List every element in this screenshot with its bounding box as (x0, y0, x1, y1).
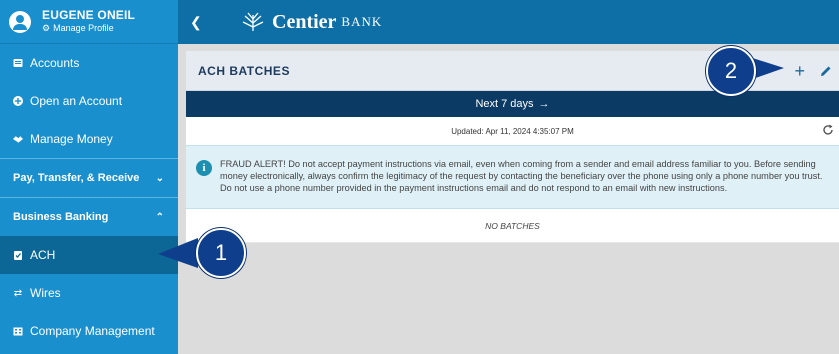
leaf-logo-icon (242, 12, 264, 31)
sidebar-item-ach[interactable]: ACH (0, 236, 178, 274)
page-title: ACH BATCHES (198, 63, 290, 78)
sidebar-item-label: Open an Account (30, 94, 123, 108)
sidebar-item-accounts[interactable]: Accounts (0, 44, 178, 82)
manage-profile-link[interactable]: ⚙ Manage Profile (42, 23, 135, 34)
manage-profile-label: Manage Profile (53, 23, 114, 34)
sidebar-group-business-banking[interactable]: Business Banking ⌃ (0, 198, 178, 236)
arrow-right-icon: → (538, 98, 550, 110)
bank-logo: Centier BANK (238, 11, 382, 34)
transfer-icon: ⇄ (13, 287, 23, 299)
profile-header[interactable]: EUGENE ONEIL ⚙ Manage Profile (0, 0, 178, 44)
accounts-icon (13, 58, 23, 68)
sidebar: EUGENE ONEIL ⚙ Manage Profile Accounts O… (0, 0, 178, 354)
add-batch-button[interactable]: + (794, 61, 805, 82)
fraud-alert-text: FRAUD ALERT! Do not accept payment instr… (220, 159, 823, 193)
top-bar: ❮ Centier BANK (178, 0, 839, 44)
sidebar-item-open-account[interactable]: Open an Account (0, 82, 178, 120)
updated-timestamp: Updated: Apr 11, 2024 4:35:07 PM (451, 126, 574, 136)
sidebar-item-label: Company Management (30, 324, 155, 338)
edit-pencil-icon[interactable] (819, 64, 833, 78)
callout-badge-1: 1 (196, 228, 246, 278)
plus-circle-icon (13, 96, 23, 106)
sidebar-item-label: Accounts (30, 56, 80, 70)
chevron-up-icon: ⌃ (155, 211, 164, 223)
profile-name: EUGENE ONEIL (42, 7, 136, 22)
gear-icon: ⚙ (42, 23, 51, 34)
back-chevron-icon[interactable]: ❮ (190, 14, 210, 31)
sidebar-item-company-management[interactable]: Company Management (0, 312, 178, 350)
brand-bank: BANK (341, 14, 383, 29)
sidebar-item-label: ACH (30, 248, 56, 262)
sidebar-group-pay-transfer[interactable]: Pay, Transfer, & Receive ⌄ (0, 159, 178, 197)
fraud-alert: i FRAUD ALERT! Do not accept payment ins… (186, 145, 839, 209)
sidebar-item-manage-money[interactable]: Manage Money (0, 120, 178, 158)
brand-name: Centier (272, 10, 337, 33)
date-range-label: Next 7 days (475, 98, 534, 110)
callout-badge-2: 2 (706, 46, 756, 96)
user-avatar-icon (9, 10, 31, 33)
refresh-icon[interactable] (821, 123, 835, 137)
sidebar-item-label: Wires (30, 286, 61, 300)
sidebar-item-label: Manage Money (30, 132, 113, 146)
updated-row: Updated: Apr 11, 2024 4:35:07 PM (186, 117, 839, 145)
chevron-down-icon: ⌄ (155, 172, 164, 184)
handshake-icon (13, 134, 23, 144)
info-icon: i (196, 160, 212, 176)
date-range-button[interactable]: Next 7 days → (186, 91, 839, 117)
sidebar-group-label: Pay, Transfer, & Receive (13, 172, 140, 184)
empty-state: NO BATCHES (186, 209, 839, 243)
sidebar-group-label: Business Banking (13, 211, 109, 223)
sidebar-item-wires[interactable]: ⇄ Wires (0, 274, 178, 312)
building-icon (13, 326, 23, 336)
clipboard-check-icon (13, 250, 23, 260)
